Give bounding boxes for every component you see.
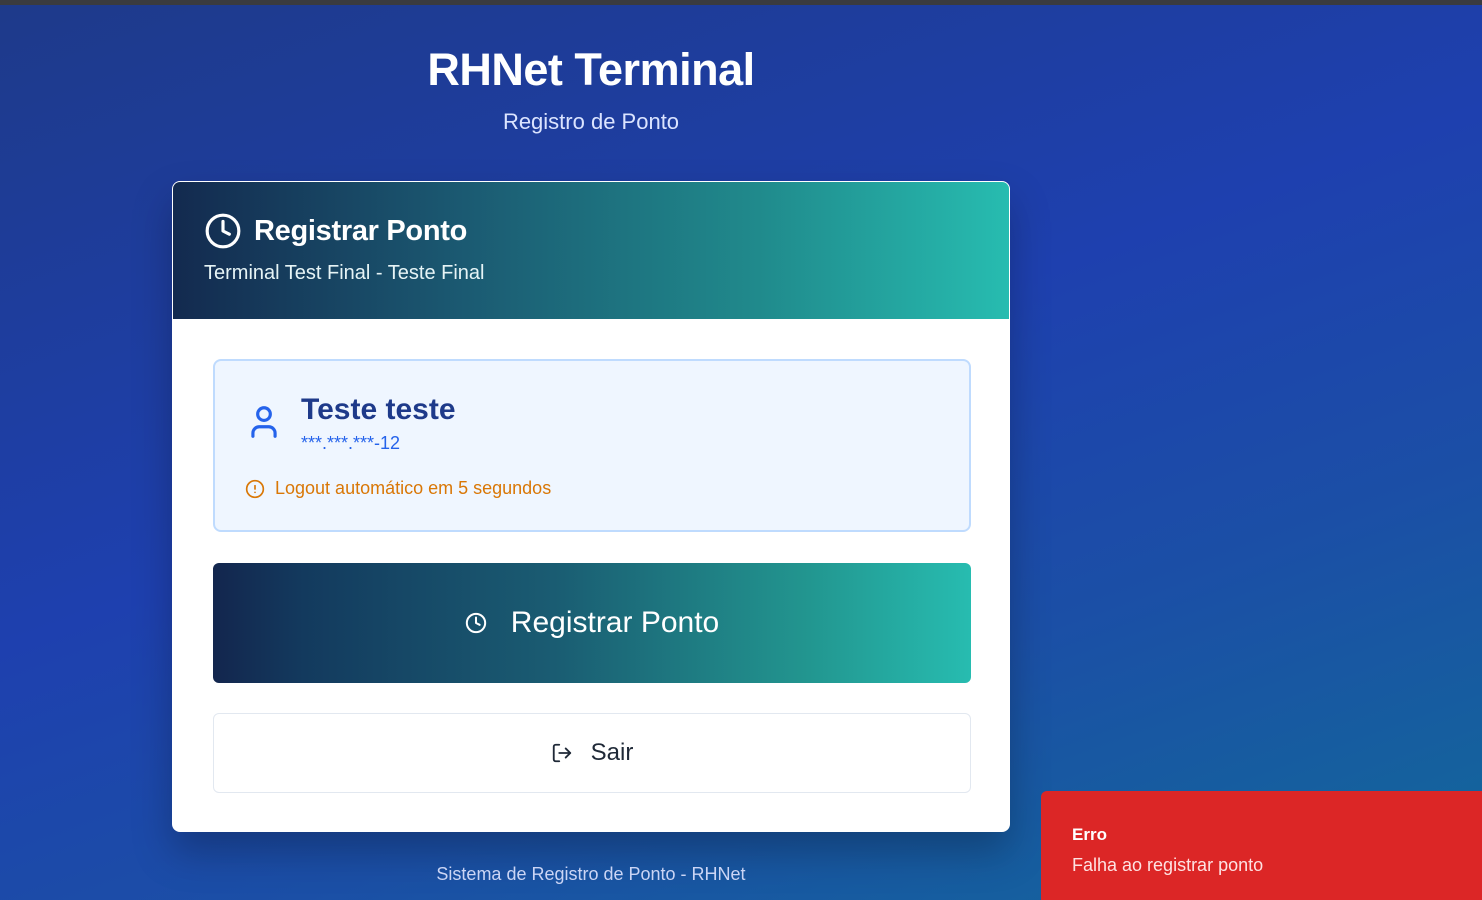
error-toast[interactable]: Erro Falha ao registrar ponto bbox=[1041, 791, 1482, 900]
terminal-label: Terminal Test Final - Teste Final bbox=[204, 262, 485, 284]
register-punch-button[interactable]: Registrar Ponto bbox=[213, 563, 971, 683]
alert-circle-icon bbox=[245, 479, 265, 498]
clock-icon bbox=[205, 213, 241, 249]
register-punch-label: Registrar Ponto bbox=[510, 606, 720, 639]
user-cpf: ***.***.***-12 bbox=[301, 433, 401, 453]
app-title: RHNet Terminal bbox=[427, 44, 755, 95]
browser-top-strip bbox=[0, 0, 1482, 5]
footer-text: Sistema de Registro de Ponto - RHNet bbox=[436, 864, 746, 884]
card-title-row: Registrar Ponto bbox=[204, 212, 467, 250]
auto-logout-notice: Logout automático em 5 segundos bbox=[245, 478, 551, 499]
log-out-icon bbox=[552, 743, 571, 763]
toast-title: Erro bbox=[1072, 825, 1107, 844]
exit-button[interactable]: Sair bbox=[213, 713, 971, 793]
app-subtitle: Registro de Ponto bbox=[502, 109, 680, 134]
user-name: Teste teste bbox=[301, 393, 456, 426]
toast-message: Falha ao registrar ponto bbox=[1072, 855, 1264, 875]
app-header: RHNet Terminal Registro de Ponto bbox=[172, 40, 1010, 136]
card-header: Registrar Ponto Terminal Test Final - Te… bbox=[173, 182, 1009, 319]
auto-logout-text: Logout automático em 5 segundos bbox=[275, 478, 552, 498]
register-card: Registrar Ponto Terminal Test Final - Te… bbox=[172, 181, 1010, 832]
card-title: Registrar Ponto bbox=[254, 214, 468, 247]
user-icon bbox=[251, 406, 277, 438]
user-info-panel: Teste teste ***.***.***-12 Logout automá… bbox=[213, 359, 971, 532]
clock-icon bbox=[465, 612, 486, 634]
exit-label: Sair bbox=[590, 739, 634, 766]
